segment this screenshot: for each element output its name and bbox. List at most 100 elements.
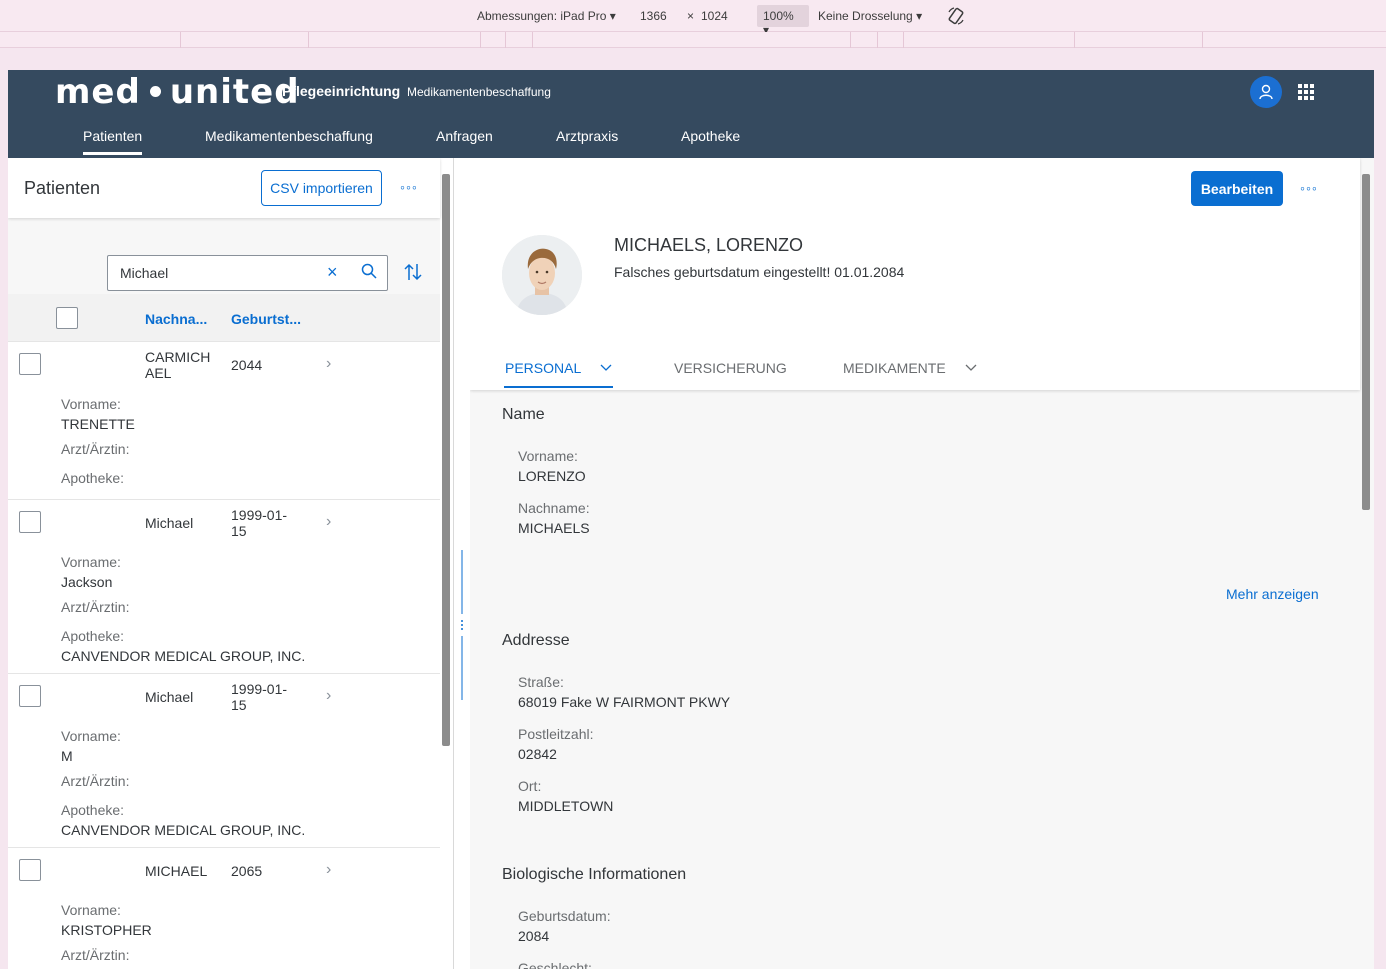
chevron-right-icon[interactable]: › bbox=[326, 861, 331, 879]
shell-subtitle: Medikamentenbeschaffung bbox=[407, 85, 551, 99]
tab-medikamentenbeschaffung[interactable]: Medikamentenbeschaffung bbox=[205, 128, 373, 144]
detail-header: Bearbeiten ◦◦◦ MICHAELS, LORENZO Falsche… bbox=[470, 158, 1360, 390]
section-title-address: Addresse bbox=[502, 632, 570, 649]
row-doctor-label: Arzt/Ärztin: bbox=[61, 441, 130, 457]
logo-text-right: united bbox=[169, 72, 300, 112]
chevron-right-icon[interactable]: › bbox=[326, 687, 331, 705]
shell-title: Pflegeeinrichtung bbox=[282, 83, 401, 99]
tab-patienten[interactable]: Patienten bbox=[83, 128, 143, 155]
zoom-label: 100% bbox=[763, 9, 794, 23]
tab-arztpraxis[interactable]: Arztpraxis bbox=[556, 128, 618, 144]
row-dob: 1999-01-15 bbox=[231, 681, 288, 713]
row-firstname: KRISTOPHER bbox=[61, 922, 152, 938]
row-checkbox[interactable] bbox=[19, 859, 41, 881]
row-pharmacy: CANVENDOR MEDICAL GROUP, INC. bbox=[61, 648, 306, 664]
tab-apotheke[interactable]: Apotheke bbox=[681, 128, 740, 144]
rotate-icon[interactable] bbox=[946, 6, 966, 26]
select-all-checkbox[interactable] bbox=[56, 307, 78, 329]
lastname-value: MICHAELS bbox=[518, 520, 590, 536]
row-doctor-label: Arzt/Ärztin: bbox=[61, 599, 130, 615]
zip-value: 02842 bbox=[518, 746, 557, 762]
row-dob: 2065 bbox=[231, 863, 263, 879]
row-doctor-label: Arzt/Ärztin: bbox=[61, 773, 130, 789]
gender-label: Geschlecht: bbox=[518, 960, 592, 969]
patient-detail-pane: Bearbeiten ◦◦◦ MICHAELS, LORENZO Falsche… bbox=[470, 158, 1374, 969]
table-row[interactable]: Michael 1999-01-15 › Vorname: Jackson Ar… bbox=[8, 500, 440, 674]
list-header: Patienten CSV importieren ◦◦◦ bbox=[8, 158, 440, 218]
city-label: Ort: bbox=[518, 778, 542, 794]
row-lastname: MICHAEL bbox=[145, 863, 208, 879]
patient-list-pane: Patienten CSV importieren ◦◦◦ × Nachna..… bbox=[8, 158, 454, 969]
row-firstname-label: Vorname: bbox=[61, 554, 121, 570]
times-sign: × bbox=[687, 9, 695, 23]
table-row[interactable]: CARMICH AEL 2044 › Vorname: TRENETTE Arz… bbox=[8, 342, 440, 500]
device-dimensions-dropdown[interactable]: Abmessungen: iPad Pro ▾ bbox=[477, 9, 616, 23]
throttle-dropdown[interactable]: Keine Drosselung ▾ bbox=[818, 9, 922, 23]
zoom-dropdown[interactable]: 100% ▾ bbox=[757, 5, 809, 37]
lastname-label: Nachname: bbox=[518, 500, 590, 516]
row-lastname: CARMICH AEL bbox=[145, 349, 211, 381]
section-title-bio: Biologische Informationen bbox=[502, 866, 687, 883]
row-firstname-label: Vorname: bbox=[61, 902, 121, 918]
shell-bar: med united Pflegeeinrichtung Medikamenten… bbox=[8, 70, 1374, 158]
logo[interactable]: med united bbox=[55, 72, 300, 112]
pane-splitter[interactable] bbox=[461, 550, 463, 710]
patient-name: MICHAELS, LORENZO bbox=[614, 235, 804, 255]
row-lastname: Michael bbox=[145, 689, 194, 705]
firstname-label: Vorname: bbox=[518, 448, 578, 464]
throttle-label: Keine Drosselung bbox=[818, 9, 913, 23]
show-more-link[interactable]: Mehr anzeigen bbox=[1226, 586, 1319, 602]
row-pharmacy-label: Apotheke: bbox=[61, 802, 125, 818]
firstname-value: LORENZO bbox=[518, 468, 586, 484]
page-title: Patienten bbox=[24, 178, 101, 198]
search-icon[interactable] bbox=[361, 263, 377, 279]
row-firstname-label: Vorname: bbox=[61, 396, 121, 412]
search-bar: × bbox=[8, 218, 440, 294]
list-scrollbar[interactable] bbox=[442, 174, 450, 746]
main-navigation: Patienten Medikamentenbeschaffung Anfrag… bbox=[8, 126, 1374, 158]
edit-button[interactable]: Bearbeiten bbox=[1191, 171, 1283, 206]
row-checkbox[interactable] bbox=[19, 353, 41, 375]
row-checkbox[interactable] bbox=[19, 511, 41, 533]
tab-versicherung[interactable]: VERSICHERUNG bbox=[674, 360, 787, 376]
row-firstname: M bbox=[61, 748, 73, 764]
tab-personal[interactable]: PERSONAL bbox=[505, 360, 613, 376]
table-row[interactable]: MICHAEL 2065 › Vorname: KRISTOPHER Arzt/… bbox=[8, 848, 440, 969]
device-dimensions-label: Abmessungen: iPad Pro bbox=[477, 9, 607, 23]
chevron-right-icon[interactable]: › bbox=[326, 513, 331, 531]
active-tab-indicator bbox=[504, 386, 613, 388]
chevron-right-icon[interactable]: › bbox=[326, 355, 331, 373]
more-options-icon[interactable]: ◦◦◦ bbox=[400, 179, 418, 195]
table-row[interactable]: Michael 1999-01-15 › Vorname: M Arzt/Ärz… bbox=[8, 674, 440, 848]
tab-medikamente[interactable]: MEDIKAMENTE bbox=[843, 360, 978, 376]
tab-medikamente-label: MEDIKAMENTE bbox=[843, 360, 946, 376]
grid-icon[interactable] bbox=[1298, 84, 1314, 100]
chevron-down-icon bbox=[965, 364, 977, 371]
user-icon[interactable] bbox=[1250, 76, 1282, 108]
street-label: Straße: bbox=[518, 674, 564, 690]
logo-dot bbox=[149, 86, 161, 97]
clear-icon[interactable]: × bbox=[327, 262, 338, 283]
row-pharmacy-label: Apotheke: bbox=[61, 628, 125, 644]
detail-scrollbar[interactable] bbox=[1362, 174, 1370, 510]
section-title-name: Name bbox=[502, 406, 545, 423]
search-input[interactable] bbox=[107, 255, 388, 291]
row-firstname: Jackson bbox=[61, 574, 113, 590]
device-width-input[interactable]: 1366 bbox=[640, 9, 667, 23]
column-header-lastname[interactable]: Nachna... bbox=[145, 311, 207, 327]
app-frame: med united Pflegeeinrichtung Medikamenten… bbox=[8, 70, 1374, 969]
row-firstname: TRENETTE bbox=[61, 416, 135, 432]
dob-label: Geburtsdatum: bbox=[518, 908, 611, 924]
table-header: Nachna... Geburtst... bbox=[8, 294, 440, 342]
patient-subtitle: Falsches geburtsdatum eingestellt! 01.01… bbox=[614, 264, 905, 280]
more-options-icon[interactable]: ◦◦◦ bbox=[1300, 180, 1318, 196]
column-header-dob[interactable]: Geburtst... bbox=[231, 311, 301, 327]
device-toolbar: Abmessungen: iPad Pro ▾ 1366 × 1024 100%… bbox=[0, 0, 1386, 37]
avatar bbox=[502, 235, 582, 315]
chevron-down-icon bbox=[600, 364, 612, 371]
row-checkbox[interactable] bbox=[19, 685, 41, 707]
csv-import-button[interactable]: CSV importieren bbox=[261, 170, 382, 206]
device-height-input[interactable]: 1024 bbox=[701, 9, 728, 23]
tab-anfragen[interactable]: Anfragen bbox=[436, 128, 493, 144]
sort-icon[interactable] bbox=[404, 262, 422, 282]
